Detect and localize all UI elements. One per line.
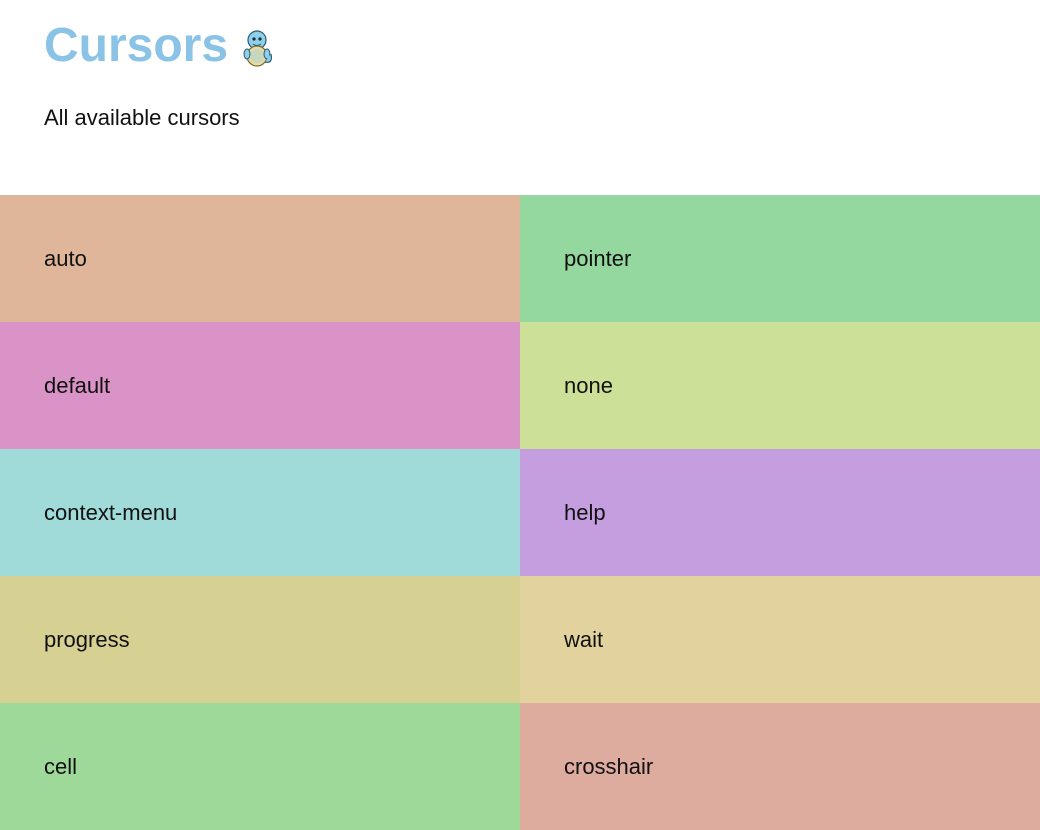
page-subtitle: All available cursors (44, 105, 996, 131)
cursor-tile-pointer[interactable]: pointer (520, 195, 1040, 322)
cursor-label: auto (44, 246, 87, 272)
cursor-label: default (44, 373, 110, 399)
cursor-tile-none[interactable]: none (520, 322, 1040, 449)
cursor-label: cell (44, 754, 77, 780)
cursor-label: context-menu (44, 500, 177, 526)
cursor-tile-help[interactable]: help (520, 449, 1040, 576)
cursor-label: help (564, 500, 606, 526)
cursor-label: wait (564, 627, 603, 653)
cursor-tile-default[interactable]: default (0, 322, 520, 449)
cursor-label: crosshair (564, 754, 653, 780)
cursor-grid: auto pointer default none context-menu h… (0, 195, 1040, 830)
cursor-tile-crosshair[interactable]: crosshair (520, 703, 1040, 830)
cursor-label: progress (44, 627, 130, 653)
cursor-tile-wait[interactable]: wait (520, 576, 1040, 703)
cursor-label: pointer (564, 246, 631, 272)
cursor-tile-context-menu[interactable]: context-menu (0, 449, 520, 576)
cursor-label: none (564, 373, 613, 399)
page-header: Cursors All available cursors (0, 0, 1040, 131)
squirtle-icon (240, 25, 274, 67)
page-title: Cursors (44, 18, 996, 73)
page-title-text: Cursors (44, 18, 228, 73)
cursor-tile-cell[interactable]: cell (0, 703, 520, 830)
cursor-tile-auto[interactable]: auto (0, 195, 520, 322)
cursor-tile-progress[interactable]: progress (0, 576, 520, 703)
